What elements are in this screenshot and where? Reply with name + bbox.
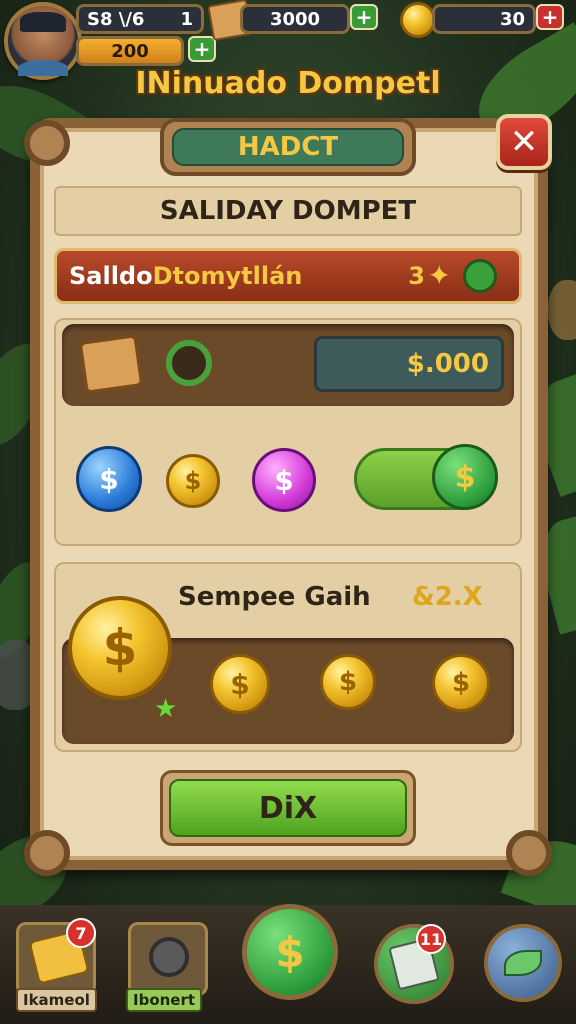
close-button[interactable]: ✕ bbox=[496, 114, 552, 170]
bg-rock bbox=[548, 280, 576, 340]
nav-item-timer[interactable] bbox=[128, 922, 208, 996]
panel-header-tab: HADCT bbox=[160, 118, 416, 176]
player-level: 1 bbox=[180, 8, 193, 30]
currency-symbol: $ bbox=[338, 667, 358, 697]
nav-label: Ibonert bbox=[126, 988, 203, 1012]
balance-display: $.000 bbox=[314, 336, 504, 392]
balance-amount: $.000 bbox=[406, 349, 489, 379]
gain-label: Sempee Gaih bbox=[178, 582, 371, 612]
gem-counter: 3000 bbox=[240, 4, 350, 34]
currency-symbol: $ bbox=[99, 462, 119, 496]
action-button-label: DiX bbox=[169, 779, 407, 837]
gold-amount: 30 bbox=[499, 8, 525, 30]
nav-item-settings[interactable] bbox=[484, 924, 562, 1002]
nav-badge: 7 bbox=[66, 918, 96, 948]
panel-corner-ornament bbox=[506, 830, 552, 876]
wallet-info-count: 3 bbox=[408, 262, 425, 290]
nav-item-shop[interactable]: $ bbox=[242, 904, 338, 1000]
currency-symbol: $ bbox=[102, 619, 138, 677]
add-gems-button[interactable]: + bbox=[350, 4, 378, 30]
gold-dollar-coin[interactable]: $ bbox=[166, 454, 220, 508]
currency-symbol: $ bbox=[274, 463, 294, 497]
xp-value: 200 bbox=[111, 40, 149, 62]
panel-subtitle: SALIDAY DOMPET bbox=[54, 186, 522, 236]
chest-icon[interactable] bbox=[78, 334, 144, 394]
gold-coin-icon bbox=[400, 2, 436, 38]
currency-symbol: $ bbox=[451, 668, 471, 698]
star-icon: ✦ bbox=[427, 259, 451, 292]
close-icon: ✕ bbox=[509, 122, 539, 162]
panel-corner-ornament bbox=[24, 830, 70, 876]
leaf-icon bbox=[504, 950, 542, 976]
xp-bar: 200 bbox=[76, 36, 184, 66]
currency-toggle-knob[interactable]: $ bbox=[432, 444, 498, 510]
player-name-pill: S8 \/6 1 bbox=[76, 4, 204, 34]
wheel-icon[interactable] bbox=[166, 340, 212, 386]
gold-coin[interactable]: $ bbox=[320, 654, 376, 710]
blue-dollar-gem[interactable]: $ bbox=[76, 446, 142, 512]
purple-dollar-gem[interactable]: $ bbox=[252, 448, 316, 512]
wallet-info-label-highlight: Dtomytllán bbox=[152, 262, 303, 290]
gold-coin[interactable]: $ bbox=[432, 654, 490, 712]
currency-symbol: $ bbox=[184, 467, 202, 495]
nav-badge: 11 bbox=[416, 924, 446, 954]
green-badge-icon[interactable] bbox=[463, 259, 497, 293]
panel-header-label: HADCT bbox=[172, 128, 404, 166]
gold-coin[interactable]: $ bbox=[210, 654, 270, 714]
add-gold-button[interactable]: + bbox=[536, 4, 564, 30]
timer-icon bbox=[149, 937, 189, 977]
player-name: S8 \/6 bbox=[87, 8, 145, 30]
nav-symbol: $ bbox=[275, 927, 305, 977]
small-star-icon: ★ bbox=[154, 694, 178, 724]
big-gold-coin[interactable]: $ bbox=[68, 596, 172, 700]
panel-corner-ornament bbox=[24, 120, 70, 166]
wallet-info-bar: Salldo Dtomytllán 3 ✦ bbox=[54, 248, 522, 304]
gold-counter: 30 bbox=[432, 4, 536, 34]
screen-title: INinuado Dompetl bbox=[135, 66, 441, 101]
gain-multiplier: &2.X bbox=[412, 582, 483, 612]
wallet-info-label: Salldo bbox=[69, 262, 153, 290]
currency-symbol: $ bbox=[454, 459, 476, 495]
nav-label: Ikameol bbox=[16, 988, 97, 1012]
avatar-hair bbox=[20, 12, 66, 32]
currency-symbol: $ bbox=[230, 667, 250, 701]
action-button[interactable]: DiX bbox=[160, 770, 416, 846]
gem-amount: 3000 bbox=[269, 8, 321, 30]
add-xp-button[interactable]: + bbox=[188, 36, 216, 62]
